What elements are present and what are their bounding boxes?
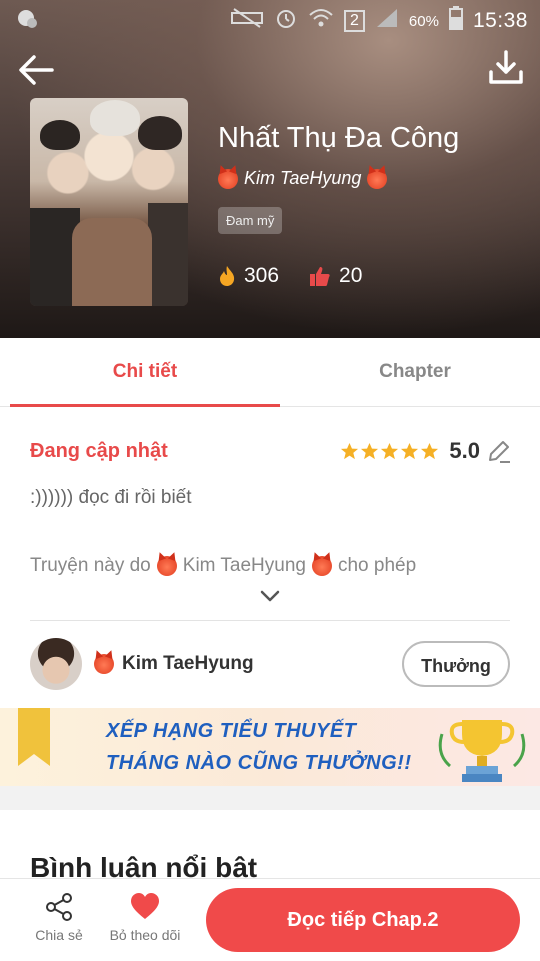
back-button[interactable] [16,50,56,90]
banner-line-1: XẾP HẠNG TIỂU THUYẾT [106,720,357,742]
unfollow-button[interactable]: Bỏ theo dõi [100,891,190,943]
star-rating [340,442,439,461]
bottom-bar: Chia sẻ Bỏ theo dõi Đọc tiếp Chap.2 [0,878,540,961]
update-status: Đang cập nhật [30,440,168,462]
star-icon [361,442,379,459]
mute-icon [230,7,264,35]
wifi-icon [308,7,334,35]
back-arrow-icon [19,55,54,85]
rating[interactable]: 5.0 [340,438,512,464]
download-button[interactable] [486,48,526,88]
uploader-name[interactable]: Kim TaeHyung [94,653,254,675]
tab-chapter[interactable]: Chapter [280,338,540,406]
genre-tag[interactable]: Đam mỹ [218,207,283,234]
trophy-icon [438,720,526,782]
views-stat: 306 [218,264,279,288]
reward-button[interactable]: Thưởng [402,641,510,687]
author-name: Kim TaeHyung [244,168,362,188]
uploader-name-text: Kim TaeHyung [122,653,254,674]
edit-icon[interactable] [486,438,512,464]
banner-line-2: THÁNG NÀO CŨNG THƯỞNG!! [106,752,412,774]
status-bar: 2 60% 15:38 [0,0,540,38]
download-icon [489,50,523,84]
share-icon [46,893,72,921]
license-prefix: Truyện này do [30,555,151,576]
battery-percentage: 60% [408,12,439,30]
avatar[interactable] [30,638,82,690]
divider [30,620,510,621]
book-stats: 306 20 [218,264,362,288]
license-author: Kim TaeHyung [182,555,306,576]
thumbs-up-icon [310,267,330,286]
signal-icon [375,7,399,35]
sim-badge: 2 [344,10,365,32]
notification-icon [16,7,38,35]
devil-emoji-icon [367,168,388,189]
expand-button[interactable] [258,588,282,604]
license-note: Truyện này do Kim TaeHyung cho phép [30,555,416,577]
heart-icon [131,893,159,919]
battery-icon [448,6,463,36]
ranking-banner[interactable]: XẾP HẠNG TIỂU THUYẾT THÁNG NÀO CŨNG THƯỞ… [0,708,540,786]
likes-stat: 20 [309,264,362,288]
star-icon [401,442,419,459]
author-line[interactable]: Kim TaeHyung [218,168,388,189]
devil-emoji-icon [311,556,332,576]
devil-emoji-icon [94,654,114,674]
tab-detail[interactable]: Chi tiết [10,338,280,407]
views-count: 306 [244,264,280,287]
description: :)))))) đọc đi rồi biết [30,487,192,508]
license-suffix: cho phép [337,555,417,576]
devil-emoji-icon [218,168,238,189]
star-icon [341,442,359,459]
share-button[interactable]: Chia sẻ [14,891,104,943]
tab-bar: Chi tiết Chapter [0,338,540,407]
rating-value: 5.0 [449,438,480,463]
book-title: Nhất Thụ Đa Công [218,122,460,154]
section-separator [0,786,540,810]
continue-reading-button[interactable]: Đọc tiếp Chap.2 [206,888,520,952]
fire-icon [220,266,235,286]
star-icon [421,442,439,459]
uploader-row[interactable]: Kim TaeHyung [30,638,254,690]
clock: 15:38 [472,9,528,32]
devil-emoji-icon [156,556,177,576]
chevron-down-icon [260,590,280,602]
share-label: Chia sẻ [35,927,83,943]
book-header: 2 60% 15:38 Nhất Thụ Đa Công Kim TaeHyun… [0,0,540,338]
alarm-icon [274,6,298,36]
star-icon [381,442,399,459]
book-cover [30,98,188,306]
ribbon-icon [18,708,50,766]
unfollow-label: Bỏ theo dõi [109,927,181,943]
likes-count: 20 [339,264,363,287]
